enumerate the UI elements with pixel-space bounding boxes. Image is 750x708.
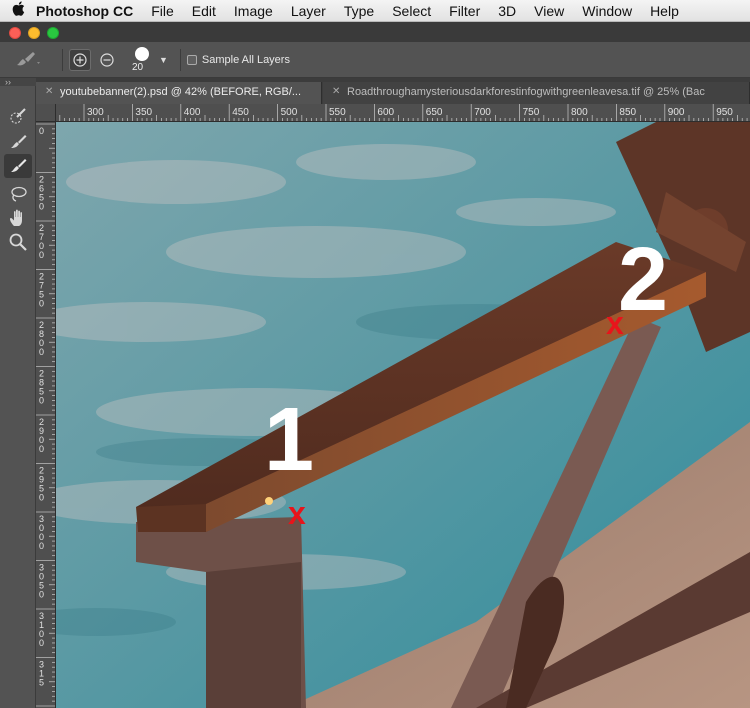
ruler-label: 2650 [39,175,44,212]
sample-all-layers-checkbox[interactable] [186,54,197,65]
quick-selection-subtract-tool[interactable] [4,154,32,178]
lasso-tool[interactable] [4,182,32,206]
ruler-label: 600 [377,107,394,118]
menu-edit[interactable]: Edit [192,3,216,19]
photo-chair-armrest-pool: 1 x 2 x [56,122,750,708]
ruler-label: 315 [39,660,44,688]
ruler-label: 0 [39,126,44,136]
hand-tool[interactable] [4,206,32,230]
collapse-panels-icon[interactable]: ›› [5,78,11,87]
window-zoom-button[interactable] [47,27,59,39]
sample-all-layers-label: Sample All Layers [201,53,290,66]
window-minimize-button[interactable] [28,27,40,39]
vertical-ruler[interactable]: 0 2650 2700 2750 2800 2850 2900 2950 3000 3050 310… [36,122,56,708]
menu-file[interactable]: File [151,3,174,19]
zoom-tool[interactable] [4,230,32,254]
tools-panel [0,86,36,708]
document-tabs: ✕ youtubebanner(2).psd @ 42% (BEFORE, RG… [36,78,750,104]
quick-selection-preset-icon [17,51,40,65]
tool-preset-picker[interactable] [14,48,56,72]
options-bar: 20 ▼ Sample All Layers [0,42,750,78]
ruler-label: 950 [716,107,733,118]
ruler-label: 2700 [39,223,44,260]
horizontal-ruler-ticks: 300 350 400 450 500 550 600 650 700 750 800 850 900 9… [59,104,748,121]
ruler-label: 750 [523,107,540,118]
close-tab-icon[interactable]: ✕ [332,86,340,97]
ruler-label: 450 [232,107,249,118]
ruler-origin[interactable] [36,104,56,122]
apple-logo-icon[interactable] [0,1,36,20]
menu-type[interactable]: Type [344,3,374,19]
ruler-label: 2950 [39,466,44,503]
ruler-label: 3050 [39,563,44,600]
zoom-icon [9,233,27,251]
ruler-label: 700 [474,107,491,118]
ruler-label: 300 [87,107,104,118]
annotation-marker-1: x [288,495,306,531]
options-separator [62,48,63,71]
quick-selection-icon [10,108,26,124]
ruler-label: 800 [571,107,588,118]
menu-3d[interactable]: 3D [498,3,516,19]
ruler-label: 500 [281,107,298,118]
ruler-label: 850 [619,107,636,118]
brush-tip-icon [135,46,149,61]
tab-label: youtubebanner(2).psd @ 42% (BEFORE, RGB/… [60,86,302,98]
annotation-number-1: 1 [264,390,314,490]
ruler-label: 400 [184,107,201,118]
chevron-down-icon[interactable]: ▼ [159,55,168,65]
quick-selection-add-tool[interactable] [4,130,32,154]
ruler-label: 650 [426,107,443,118]
menu-help[interactable]: Help [650,3,679,19]
ruler-label: 3100 [39,611,44,648]
subtract-from-selection-button[interactable] [96,49,118,71]
hand-icon [10,209,22,226]
window-titlebar [0,22,750,42]
brush-picker[interactable]: 20 [129,44,157,76]
ruler-label: 2750 [39,272,44,309]
annotation-marker-2: x [606,305,624,341]
menu-select[interactable]: Select [392,3,431,19]
vertical-ruler-ticks: 0 2 6 5 0 2 7 0 0 2 7 5 0 2 8 0 0 2 8 5 0 2 9 0 0 2 9 5 0 3 0 0 0 3 0 5 0 3 1 0… [36,123,55,707]
ruler-label: 550 [329,107,346,118]
quick-selection-subtract-icon [11,159,27,172]
menu-image[interactable]: Image [234,3,273,19]
window-close-button[interactable] [9,27,21,39]
ruler-label: 2850 [39,369,44,406]
add-selection-icon [73,52,87,67]
annotation-number-2: 2 [618,230,668,330]
brush-size-value: 20 [132,61,144,73]
options-separator [179,48,181,71]
menu-window[interactable]: Window [582,3,632,19]
tab-roadthroughforest[interactable]: ✕ Roadthroughamysteriousdarkforestinfogw… [323,82,750,104]
lasso-icon [11,186,27,202]
ruler-label: 2800 [39,320,44,357]
document-canvas[interactable]: 1 x 2 x [56,122,750,708]
tab-label: Roadthroughamysteriousdarkforestinfogwit… [347,86,705,98]
tab-youtubebanner[interactable]: ✕ youtubebanner(2).psd @ 42% (BEFORE, RG… [36,82,322,104]
add-to-selection-button[interactable] [69,48,91,71]
subtract-selection-icon [100,52,114,67]
ruler-label: 3000 [39,514,44,551]
menu-layer[interactable]: Layer [291,3,326,19]
close-tab-icon[interactable]: ✕ [45,86,53,97]
quick-selection-tool[interactable] [4,104,32,128]
menu-filter[interactable]: Filter [449,3,480,19]
ruler-label: 900 [668,107,685,118]
menu-view[interactable]: View [534,3,564,19]
app-name-menu[interactable]: Photoshop CC [36,3,133,19]
ruler-label: 350 [135,107,152,118]
quick-selection-add-icon [11,135,27,148]
menubar: Photoshop CC File Edit Image Layer Type … [0,0,750,22]
horizontal-ruler[interactable]: 300 350 400 450 500 550 600 650 700 750 800 850 900 9… [56,104,750,122]
ruler-label: 2900 [39,417,44,454]
